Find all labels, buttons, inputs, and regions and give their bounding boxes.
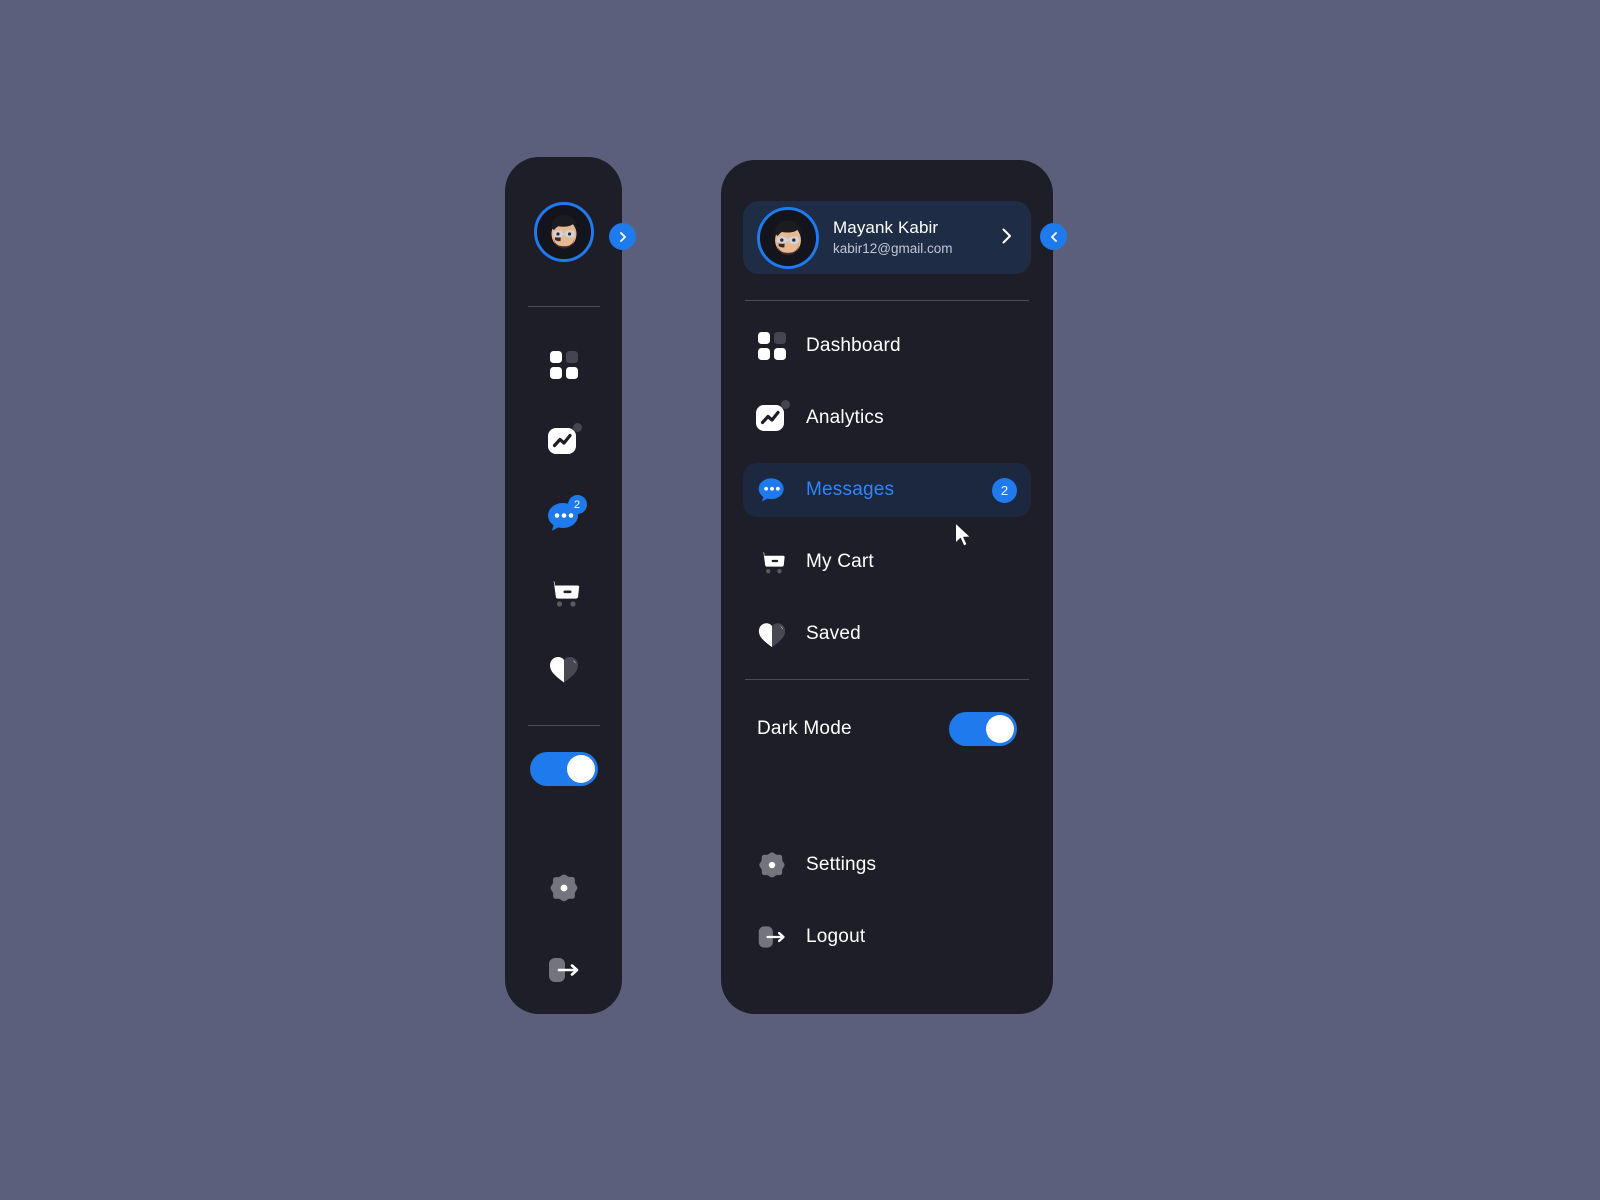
app-root: 2 Mayank Kabir kabir12@gmail.com Dashboa… [0,0,1600,1200]
profile-email: kabir12@gmail.com [833,241,953,256]
menu-item-label: Saved [806,623,861,644]
menu-item-logout[interactable]: Logout [743,910,1031,964]
heart-icon [757,620,787,649]
menu-item-messages[interactable]: Messages 2 [743,463,1031,517]
profile-card[interactable]: Mayank Kabir kabir12@gmail.com [743,201,1031,274]
chat-bubble-icon [757,475,787,505]
grid-icon [757,332,787,360]
panel-divider-middle [745,679,1029,680]
collapse-sidebar-button[interactable] [1040,223,1067,250]
rail-badge-messages: 2 [567,495,587,514]
chevron-right-icon [619,231,626,242]
toggle-knob [566,755,595,783]
profile-name: Mayank Kabir [833,218,939,237]
rail-avatar[interactable] [533,202,594,262]
menu-item-settings[interactable]: Settings [743,838,1031,892]
menu-item-my-cart[interactable]: My Cart [743,535,1031,589]
dark-mode-label: Dark Mode [757,718,852,739]
menu-item-label: Settings [806,854,877,875]
analytics-icon-slot [756,400,790,434]
menu-item-label: Analytics [806,407,884,428]
memoji-avatar [757,206,819,269]
logout-icon [757,922,787,952]
rail-bottom-icons [538,868,590,990]
notification-dot-icon [572,423,582,432]
toggle-track[interactable] [529,752,598,786]
notification-dot-icon [781,400,790,409]
rail-dark-mode-toggle[interactable] [529,752,598,786]
menu-item-saved[interactable]: Saved [743,607,1031,661]
rail-item-logout[interactable] [538,950,590,990]
rail-item-messages[interactable]: 2 [538,495,590,537]
heart-icon [549,657,578,683]
toggle-knob [986,715,1014,743]
menu-item-label: Messages [806,479,895,500]
menu-item-dashboard[interactable]: Dashboard [743,319,1031,373]
shopping-cart-icon [548,581,579,607]
profile-chevron-right-icon[interactable] [1000,227,1013,249]
menu-badge-messages: 2 [992,477,1017,503]
mouse-cursor [954,521,974,553]
gear-icon [550,874,577,902]
analytics-chart-icon [547,423,582,457]
rail-icon-list: 2 [538,345,590,689]
menu-item-analytics[interactable]: Analytics [743,391,1031,445]
rail-item-saved[interactable] [538,649,590,689]
dark-mode-toggle[interactable] [949,712,1017,746]
dark-mode-row: Dark Mode [743,702,1031,756]
menu-list: Dashboard Analytics Messages 2 My Cart S… [743,319,1031,661]
rail-divider-top [527,306,600,307]
shopping-cart-icon [757,547,787,577]
chevron-left-icon [1050,231,1057,242]
gear-icon [757,849,787,881]
panel-divider-top [745,300,1029,301]
profile-texts: Mayank Kabir kabir12@gmail.com [833,217,1000,258]
analytics-chart-icon [756,400,790,434]
rail-divider-middle [527,725,600,726]
menu-item-label: Logout [806,926,866,947]
memoji-avatar [533,202,594,262]
expanded-sidebar-panel: Mayank Kabir kabir12@gmail.com Dashboard [721,160,1053,1014]
rail-item-my-cart[interactable] [538,573,590,613]
collapsed-sidebar-rail: 2 [505,157,622,1014]
menu-item-label: Dashboard [806,335,901,356]
rail-item-analytics[interactable] [538,421,590,461]
menu-item-label: My Cart [806,551,874,572]
panel-bottom-menu: Settings Logout [743,838,1031,964]
grid-icon [549,351,578,379]
rail-item-dashboard[interactable] [538,345,590,385]
rail-item-settings[interactable] [538,868,590,908]
expand-sidebar-button[interactable] [609,223,636,250]
logout-icon [548,958,578,982]
